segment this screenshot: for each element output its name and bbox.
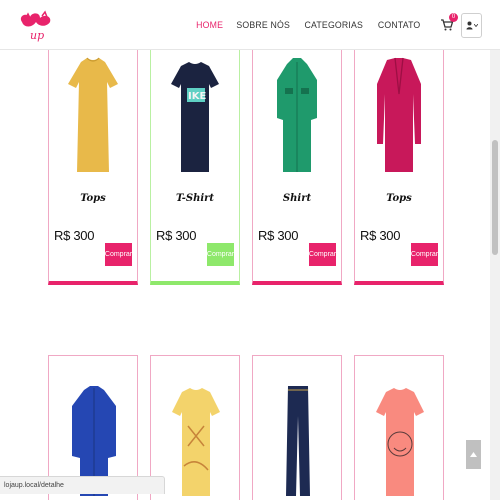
product-card[interactable] [252, 355, 342, 500]
product-image[interactable] [163, 386, 229, 496]
product-card[interactable]: Tops R$ 300 Comprar [48, 50, 138, 285]
user-icon [466, 21, 472, 30]
product-name: Tops [80, 193, 106, 204]
svg-text:up: up [30, 29, 44, 42]
product-name: Shirt [282, 193, 312, 204]
product-image[interactable]: IKE [160, 52, 230, 180]
product-card[interactable]: IKE T-Shirt R$ 300 Comprar [150, 50, 240, 285]
product-card[interactable]: Shirt R$ 300 Comprar [252, 50, 342, 285]
chevron-down-icon [473, 24, 478, 27]
product-price: R$ 300 [156, 228, 197, 243]
product-image[interactable] [364, 52, 434, 180]
site-header: up HOME SOBRE NÓS CATEGORIAS CONTATO 0 [0, 0, 500, 50]
main-nav: HOME SOBRE NÓS CATEGORIAS CONTATO [195, 0, 422, 50]
nav-home[interactable]: HOME [196, 20, 223, 31]
product-name: Tops [386, 193, 412, 204]
product-image[interactable] [58, 52, 128, 180]
buy-button[interactable]: Comprar [105, 243, 132, 266]
logo[interactable]: up [16, 8, 58, 42]
status-bar-url: lojaup.local/detalhe [0, 476, 165, 494]
buy-button[interactable]: Comprar [207, 243, 234, 266]
product-price: R$ 300 [258, 228, 299, 243]
svg-text:IKE: IKE [188, 91, 206, 102]
product-card[interactable] [354, 355, 444, 500]
buy-button[interactable]: Comprar [411, 243, 438, 266]
user-menu-button[interactable] [461, 13, 482, 38]
cart-count-badge: 0 [449, 13, 458, 22]
buy-button[interactable]: Comprar [309, 243, 336, 266]
nav-sobre-nos[interactable]: SOBRE NÓS [236, 20, 290, 31]
nav-categorias[interactable]: CATEGORIAS [305, 20, 364, 31]
nav-contato[interactable]: CONTATO [378, 20, 421, 31]
product-card[interactable]: Tops R$ 300 Comprar [354, 50, 444, 285]
product-name: T-Shirt [175, 193, 215, 204]
back-to-top-button[interactable] [466, 440, 481, 469]
scrollbar-track[interactable] [490, 50, 500, 500]
product-image[interactable] [265, 386, 331, 496]
page: up HOME SOBRE NÓS CATEGORIAS CONTATO 0 T… [0, 0, 500, 500]
product-price: R$ 300 [360, 228, 401, 243]
chevron-up-icon [470, 452, 477, 457]
product-image[interactable] [367, 386, 433, 496]
product-price: R$ 300 [54, 228, 95, 243]
product-image[interactable] [262, 52, 332, 180]
scrollbar-thumb[interactable] [492, 140, 498, 255]
